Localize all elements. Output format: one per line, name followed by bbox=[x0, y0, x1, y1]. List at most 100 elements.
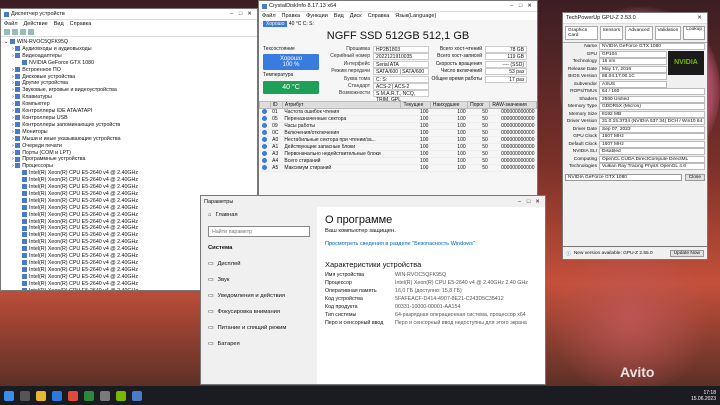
table-row[interactable]: A5 Максимум стираний 100 100 50 000000000000 bbox=[259, 164, 537, 172]
tree-item[interactable]: › Клавиатуры bbox=[4, 94, 254, 101]
tree-item[interactable]: › Компьютер bbox=[4, 101, 254, 108]
column-header[interactable]: Текущее bbox=[400, 100, 431, 109]
settings-icon[interactable] bbox=[100, 390, 110, 401]
search-input[interactable]: Найти параметр bbox=[208, 226, 310, 237]
disk-icon[interactable] bbox=[132, 390, 142, 401]
menu-item[interactable]: Диск bbox=[350, 13, 362, 19]
menu-item[interactable]: Справка bbox=[368, 13, 390, 19]
tab[interactable]: Advanced bbox=[625, 26, 653, 40]
tree-item[interactable]: › Мониторы bbox=[4, 129, 254, 136]
column-header[interactable]: Наихудшее bbox=[429, 100, 469, 109]
table-row[interactable]: 01 Частота ошибок чтения 100 100 50 000000000… bbox=[259, 108, 537, 116]
table-row[interactable]: A1 Действующие запасные блоки 100 100 50 0000… bbox=[259, 143, 537, 151]
spec-row: Процессор Intel(R) Xeon(R) CPU E5-2640 v4… bbox=[325, 280, 535, 287]
minimize-button[interactable]: – bbox=[227, 11, 236, 17]
nav-home[interactable]: ⌂ Главная bbox=[201, 207, 317, 223]
table-cell: 000000000000 bbox=[489, 150, 537, 158]
tree-item[interactable]: › Контроллеры IDE ATA/ATAPI bbox=[4, 108, 254, 115]
security-link[interactable]: Просмотреть сведения в разделе "Безопасн… bbox=[325, 241, 535, 248]
close-button[interactable]: Close bbox=[684, 173, 705, 181]
nav-item[interactable]: ▭ Питание и спящий режим bbox=[201, 320, 317, 336]
gpu-label: Technology bbox=[572, 59, 597, 64]
tree-item[interactable]: › Встроенное ПО bbox=[4, 67, 254, 74]
menu-item[interactable]: Язык(Language) bbox=[395, 13, 436, 19]
menu-item[interactable]: Файл bbox=[262, 13, 276, 19]
menu-view[interactable]: Вид bbox=[54, 21, 64, 27]
table-row[interactable]: 0C Включения/отключения 100 100 50 0000000000… bbox=[259, 129, 537, 137]
menu-item[interactable]: Правка bbox=[282, 13, 301, 19]
cpu-item[interactable]: Intel(R) Xeon(R) CPU E5-2640 v4 @ 2.40GH… bbox=[4, 177, 254, 184]
table-cell: Часы работы bbox=[282, 122, 401, 130]
cpu-item[interactable]: Intel(R) Xeon(R) CPU E5-2640 v4 @ 2.40GH… bbox=[4, 170, 254, 177]
tab[interactable]: Graphics Card bbox=[565, 26, 598, 40]
menu-item[interactable]: Вид bbox=[334, 13, 344, 19]
explorer-icon[interactable] bbox=[36, 390, 46, 401]
tab[interactable]: Validation bbox=[654, 26, 682, 40]
column-header[interactable]: RAW-значения bbox=[489, 100, 537, 109]
minimize-button[interactable]: – bbox=[515, 199, 524, 205]
nav-item[interactable]: ▭ Звук bbox=[201, 272, 317, 288]
table-cell: 100 bbox=[430, 143, 468, 151]
table-row[interactable]: A0 Нестабильные сектора при чтении/за... 1… bbox=[259, 136, 537, 144]
menu-help[interactable]: Справка bbox=[70, 21, 92, 27]
maximize-button[interactable]: □ bbox=[236, 11, 245, 17]
nav-item[interactable]: ▭ Уведомления и действия bbox=[201, 288, 317, 304]
close-button[interactable]: ✕ bbox=[525, 3, 534, 9]
chrome-icon[interactable] bbox=[68, 390, 78, 401]
close-button[interactable]: ✕ bbox=[533, 199, 542, 205]
gpuz-icon[interactable] bbox=[116, 390, 126, 401]
edge-icon[interactable] bbox=[52, 390, 62, 401]
nav-item[interactable]: ▭ Дисплей bbox=[201, 256, 317, 272]
tree-item[interactable]: › Видеоадаптеры bbox=[4, 53, 254, 60]
minimize-button[interactable]: – bbox=[507, 3, 516, 9]
table-cell: A5 bbox=[270, 164, 283, 172]
maximize-button[interactable]: □ bbox=[516, 3, 525, 9]
device-icon bbox=[15, 46, 21, 51]
gpu-select[interactable]: NVIDIA GeForce GTX 1080 bbox=[565, 173, 682, 181]
field-row: Возможности S.M.A.R.T., NCQ, TRIM, GPL bbox=[319, 90, 429, 103]
clock[interactable]: 17:18 15.06.2023 bbox=[691, 390, 716, 402]
tree-item[interactable]: › Звуковые, игровые и видеоустройства bbox=[4, 87, 254, 94]
table-row[interactable]: 05 Переназначенные сектора 100 100 50 0000000… bbox=[259, 115, 537, 123]
lookup-button[interactable]: Lookup bbox=[683, 26, 705, 40]
menu-file[interactable]: Файл bbox=[4, 21, 18, 27]
close-button[interactable]: ✕ bbox=[245, 11, 254, 17]
drive-selector[interactable]: Хорошо 40 °C C: S: bbox=[259, 20, 537, 28]
tab[interactable]: Sensors bbox=[599, 26, 624, 40]
tree-item[interactable]: › Процессоры bbox=[4, 163, 254, 170]
update-notice: ⓘ New version available: GPU-Z 2.55.0 Upda… bbox=[562, 246, 708, 260]
nav-item[interactable]: ▭ Фокусировка внимания bbox=[201, 304, 317, 320]
back-icon[interactable] bbox=[4, 29, 10, 35]
tree-item[interactable]: › Контроллеры запоминающих устройств bbox=[4, 122, 254, 129]
nav-item[interactable]: ▭ Батарея bbox=[201, 336, 317, 352]
table-row[interactable]: A3 Первоначально недействительные блоки 10… bbox=[259, 150, 537, 158]
gpu-label: Driver Version bbox=[566, 119, 597, 124]
tree-item[interactable]: › Контроллеры USB bbox=[4, 115, 254, 122]
table-row[interactable]: A4 Всего стираний 100 100 50 000000000000 bbox=[259, 157, 537, 165]
menu-action[interactable]: Действие bbox=[24, 21, 48, 27]
gpu-label: NVIDIA SLI bbox=[572, 149, 597, 154]
maximize-button[interactable]: □ bbox=[524, 199, 533, 205]
tree-item[interactable]: › Аудиовходы и аудиовыходы bbox=[4, 46, 254, 53]
properties-icon[interactable] bbox=[20, 29, 26, 35]
table-cell: 50 bbox=[467, 150, 490, 158]
close-button[interactable]: ✕ bbox=[695, 15, 704, 21]
search-icon[interactable] bbox=[20, 390, 30, 401]
forward-icon[interactable] bbox=[12, 29, 18, 35]
column-header[interactable]: ID bbox=[269, 100, 283, 109]
tree-item[interactable]: › Очереди печати bbox=[4, 143, 254, 150]
table-row[interactable]: 09 Часы работы 100 100 50 000000000000 bbox=[259, 122, 537, 130]
menu-item[interactable]: Функции bbox=[306, 13, 328, 19]
device-icon bbox=[15, 66, 21, 72]
tree-item[interactable]: › Программные устройства bbox=[4, 156, 254, 163]
app-icon[interactable] bbox=[84, 390, 94, 401]
cpu-item[interactable]: Intel(R) Xeon(R) CPU E5-2640 v4 @ 2.40GH… bbox=[4, 184, 254, 191]
column-header[interactable]: Порог bbox=[467, 100, 491, 109]
tree-root[interactable]: ⌄ WIN-RVOC5QFK95Q bbox=[4, 39, 254, 46]
tree-item[interactable]: NVIDIA GeForce GTX 1080 bbox=[4, 60, 254, 67]
device-manager-icon bbox=[4, 11, 9, 17]
help-icon[interactable] bbox=[28, 29, 34, 35]
tree-item[interactable]: › Мыши и иные указывающие устройства bbox=[4, 136, 254, 143]
update-now-button[interactable]: Update Now bbox=[669, 249, 704, 257]
start-button[interactable] bbox=[4, 390, 14, 401]
